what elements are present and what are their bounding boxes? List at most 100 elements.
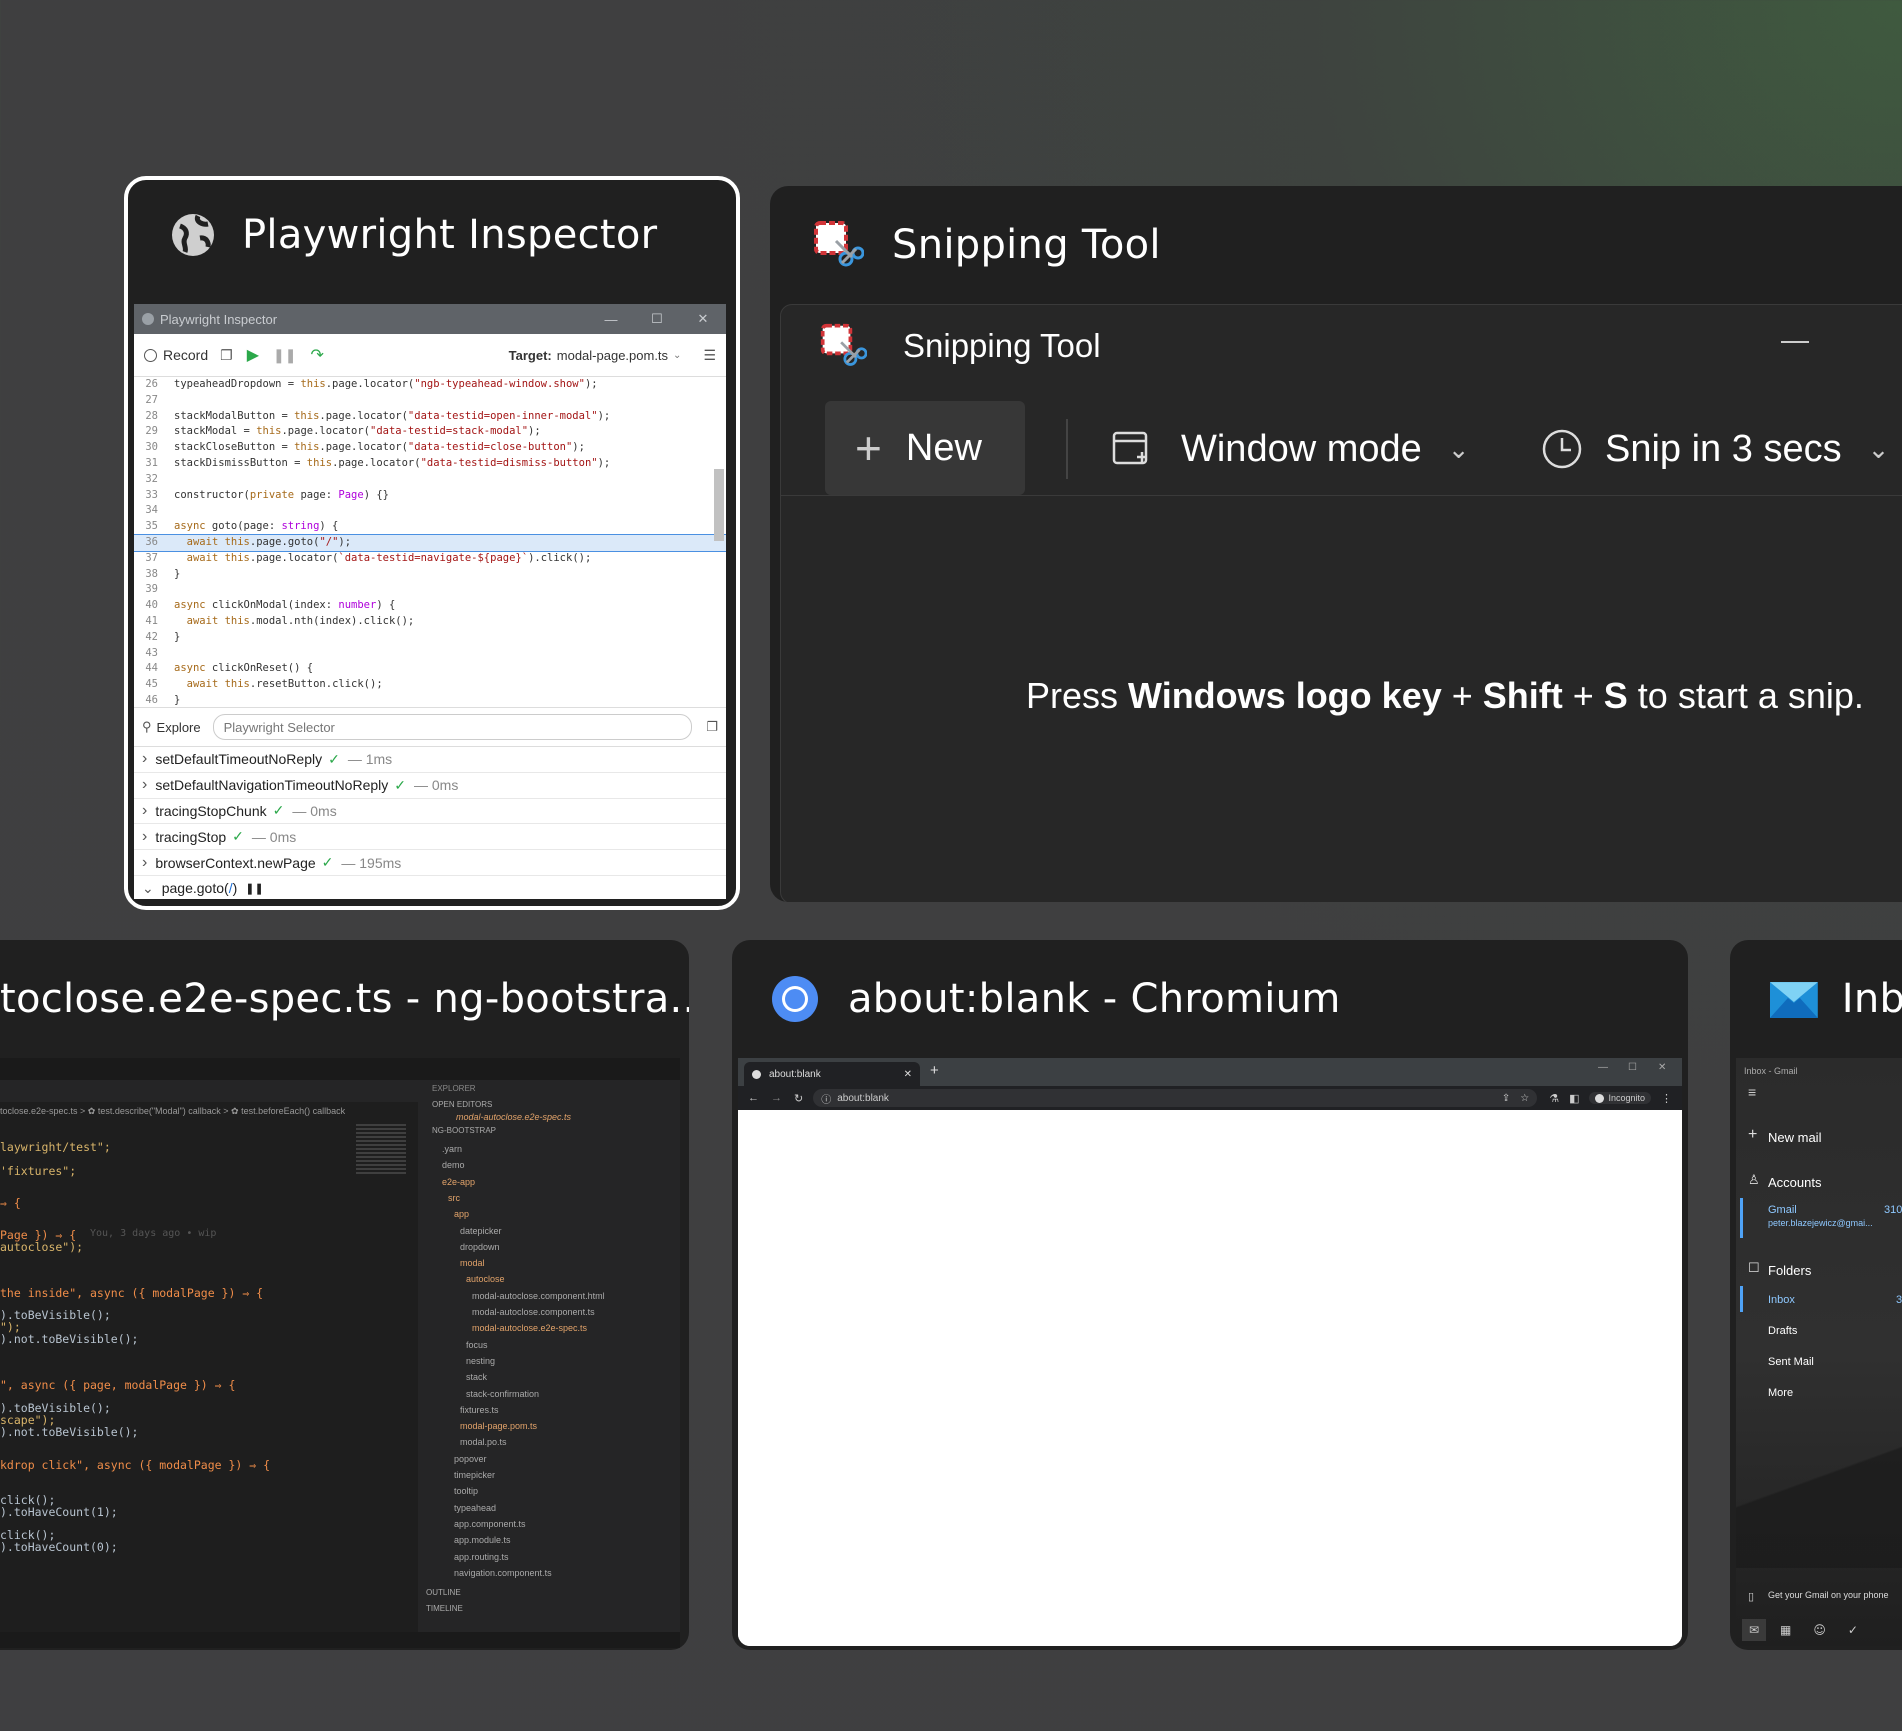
- explorer-tree-item[interactable]: modal-autoclose.e2e-spec.ts: [472, 1323, 587, 1333]
- reload-icon[interactable]: ↻: [794, 1092, 803, 1105]
- explorer-tree-item[interactable]: app.routing.ts: [454, 1552, 509, 1562]
- log-entry-active[interactable]: ⌄ page.goto(/) ❚❚: [134, 876, 726, 899]
- mail-nav-icon[interactable]: ✉: [1742, 1619, 1766, 1641]
- address-bar[interactable]: ⓘ about:blank ⇪ ☆: [813, 1089, 1538, 1107]
- log-entry[interactable]: › setDefaultTimeoutNoReply ✓ — 1ms: [134, 747, 726, 773]
- explorer-tree-item[interactable]: demo: [442, 1160, 465, 1170]
- explorer-tree-item[interactable]: stack: [466, 1372, 487, 1382]
- explorer-tree-item[interactable]: dropdown: [460, 1242, 500, 1252]
- folder-sent[interactable]: Sent Mail: [1768, 1356, 1814, 1368]
- star-icon[interactable]: ☆: [1520, 1093, 1529, 1104]
- minimize-icon[interactable]: [1781, 341, 1809, 343]
- explorer-tree-item[interactable]: popover: [454, 1454, 487, 1464]
- explorer-tree-item[interactable]: .yarn: [442, 1144, 462, 1154]
- minimize-icon[interactable]: —: [1598, 1062, 1608, 1073]
- new-tab-icon[interactable]: +: [930, 1062, 939, 1079]
- task-view-card-mail[interactable]: Inbo Inbox - Gmail ≡ + New mail ♙ Accoun…: [1730, 940, 1902, 1650]
- line-number: 38: [145, 567, 158, 580]
- new-mail-button[interactable]: New mail: [1768, 1130, 1821, 1145]
- more-icon[interactable]: ⋮: [1661, 1092, 1672, 1105]
- explorer-title[interactable]: EXPLORER: [432, 1084, 476, 1093]
- snip-mode-dropdown[interactable]: Window mode ⌄: [1111, 409, 1470, 489]
- explorer-tree-item[interactable]: app.module.ts: [454, 1535, 511, 1545]
- explorer-tree-item[interactable]: tooltip: [454, 1486, 478, 1496]
- menu-icon[interactable]: ☰: [703, 347, 716, 364]
- todo-icon[interactable]: ✓: [1848, 1623, 1858, 1637]
- task-view-card-chromium[interactable]: about:blank - Chromium about:blank ✕ + —…: [732, 940, 1688, 1650]
- open-editor-item[interactable]: modal-autoclose.e2e-spec.ts: [456, 1112, 571, 1122]
- source-code-view[interactable]: 26 typeaheadDropdown = this.page.locator(…: [134, 377, 726, 708]
- record-icon[interactable]: [144, 348, 157, 362]
- project-header[interactable]: NG-BOOTSTRAP: [432, 1126, 496, 1135]
- page-content[interactable]: [738, 1110, 1682, 1646]
- outline-header[interactable]: OUTLINE: [426, 1588, 461, 1597]
- account-name[interactable]: Gmail: [1768, 1204, 1797, 1216]
- explorer-tree-item[interactable]: stack-confirmation: [466, 1389, 539, 1399]
- folder-inbox[interactable]: Inbox: [1768, 1294, 1795, 1306]
- explorer-tree-item[interactable]: modal-page.pom.ts: [460, 1421, 537, 1431]
- explorer-tree-item[interactable]: focus: [466, 1340, 488, 1350]
- share-icon[interactable]: ⇪: [1502, 1093, 1510, 1104]
- log-entry[interactable]: › tracingStopChunk ✓ — 0ms: [134, 799, 726, 825]
- close-icon[interactable]: ✕: [1658, 1062, 1666, 1073]
- forward-icon[interactable]: →: [771, 1092, 782, 1104]
- folder-drafts[interactable]: Drafts: [1768, 1325, 1797, 1337]
- explorer-tree-item[interactable]: autoclose: [466, 1274, 505, 1284]
- new-snip-button[interactable]: + New: [825, 401, 1025, 495]
- record-button[interactable]: Record: [163, 347, 208, 363]
- minimize-icon[interactable]: —: [588, 312, 634, 327]
- close-icon[interactable]: ✕: [680, 311, 726, 327]
- task-view-card-vscode[interactable]: toclose.e2e-spec.ts - ng-bootstra... toc…: [0, 940, 689, 1650]
- step-over-icon[interactable]: ↷: [310, 345, 323, 365]
- log-entry[interactable]: › setDefaultNavigationTimeoutNoReply ✓ — 0m…: [134, 773, 726, 799]
- selector-input[interactable]: Playwright Selector: [212, 714, 693, 740]
- snip-delay-dropdown[interactable]: Snip in 3 secs ⌄: [1541, 409, 1889, 489]
- accounts-label[interactable]: Accounts: [1768, 1175, 1821, 1190]
- log-entry[interactable]: › tracingStop ✓ — 0ms: [134, 824, 726, 851]
- task-view-card-playwright[interactable]: Playwright Inspector Playwright Inspecto…: [124, 176, 740, 910]
- maximize-icon[interactable]: ☐: [1628, 1062, 1637, 1073]
- incognito-badge[interactable]: Incognito: [1589, 1092, 1651, 1104]
- resume-icon[interactable]: ▶: [247, 345, 259, 365]
- explorer-tree-item[interactable]: app: [454, 1209, 469, 1219]
- explorer-tree-item[interactable]: navigation.component.ts: [454, 1568, 552, 1578]
- extension-icon[interactable]: ⚗: [1549, 1092, 1559, 1105]
- explorer-tree-item[interactable]: modal.po.ts: [460, 1437, 507, 1447]
- promo-text[interactable]: Get your Gmail on your phone: [1768, 1590, 1889, 1600]
- explorer-tree-item[interactable]: nesting: [466, 1356, 495, 1366]
- copy-icon[interactable]: ❐: [220, 347, 233, 364]
- code-line: 35 async goto(page: string) {: [134, 519, 726, 535]
- copy-icon[interactable]: ❐: [706, 719, 718, 735]
- hamburger-icon[interactable]: ≡: [1748, 1084, 1756, 1100]
- browser-tab[interactable]: about:blank ✕: [744, 1062, 920, 1086]
- explorer-tree-item[interactable]: fixtures.ts: [460, 1405, 499, 1415]
- people-icon[interactable]: ☺: [1813, 1623, 1826, 1637]
- explorer-tree-item[interactable]: modal: [460, 1258, 485, 1268]
- person-icon: ♙: [1748, 1172, 1760, 1187]
- timeline-header[interactable]: TIMELINE: [426, 1604, 463, 1613]
- explorer-tree-item[interactable]: typeahead: [454, 1503, 496, 1513]
- explore-button[interactable]: Explore: [157, 720, 201, 735]
- explorer-tree-item[interactable]: datepicker: [460, 1226, 502, 1236]
- folders-label[interactable]: Folders: [1768, 1263, 1811, 1278]
- maximize-icon[interactable]: ☐: [634, 311, 680, 327]
- log-entry[interactable]: › browserContext.newPage ✓ — 195ms: [134, 850, 726, 876]
- breadcrumb[interactable]: toclose.e2e-spec.ts > ✿ test.describe("M…: [0, 1106, 345, 1117]
- explorer-tree-item[interactable]: e2e-app: [442, 1177, 475, 1187]
- task-view-card-snipping[interactable]: Snipping Tool Snipping Tool + New Window…: [770, 186, 1902, 902]
- back-icon[interactable]: ←: [748, 1092, 759, 1104]
- code-line: ).not.toBeVisible();: [0, 1425, 139, 1439]
- code-scrollbar[interactable]: [714, 469, 724, 541]
- explorer-tree-item[interactable]: src: [448, 1193, 460, 1203]
- explorer-tree-item[interactable]: timepicker: [454, 1470, 495, 1480]
- explorer-tree-item[interactable]: modal-autoclose.component.ts: [472, 1307, 595, 1317]
- pause-icon[interactable]: ❚❚: [273, 347, 296, 364]
- target-select[interactable]: modal-page.pom.ts: [557, 348, 668, 363]
- sidepanel-icon[interactable]: ◧: [1569, 1092, 1579, 1105]
- explorer-tree-item[interactable]: modal-autoclose.component.html: [472, 1291, 605, 1301]
- open-editors-header[interactable]: OPEN EDITORS: [432, 1100, 492, 1109]
- calendar-icon[interactable]: ▦: [1780, 1623, 1791, 1637]
- explorer-tree-item[interactable]: app.component.ts: [454, 1519, 526, 1529]
- close-icon[interactable]: ✕: [904, 1069, 912, 1080]
- folder-more[interactable]: More: [1768, 1387, 1793, 1399]
